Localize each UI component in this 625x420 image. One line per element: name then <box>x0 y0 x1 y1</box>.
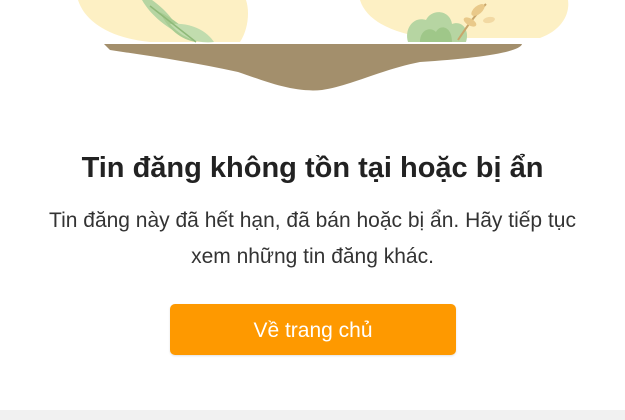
notice-message: Tin đăng này đã hết hạn, đã bán hoặc bị … <box>49 209 576 268</box>
ground-shape <box>104 44 522 91</box>
empty-listing-illustration-icon <box>0 0 625 100</box>
page-title: Tin đăng không tồn tại hoặc bị ẩn <box>81 152 544 184</box>
listing-not-found-page: Tin đăng không tồn tại hoặc bị ẩn Tin đă… <box>0 0 625 420</box>
bottom-divider <box>0 410 625 420</box>
home-button[interactable]: Về trang chủ <box>170 304 456 355</box>
